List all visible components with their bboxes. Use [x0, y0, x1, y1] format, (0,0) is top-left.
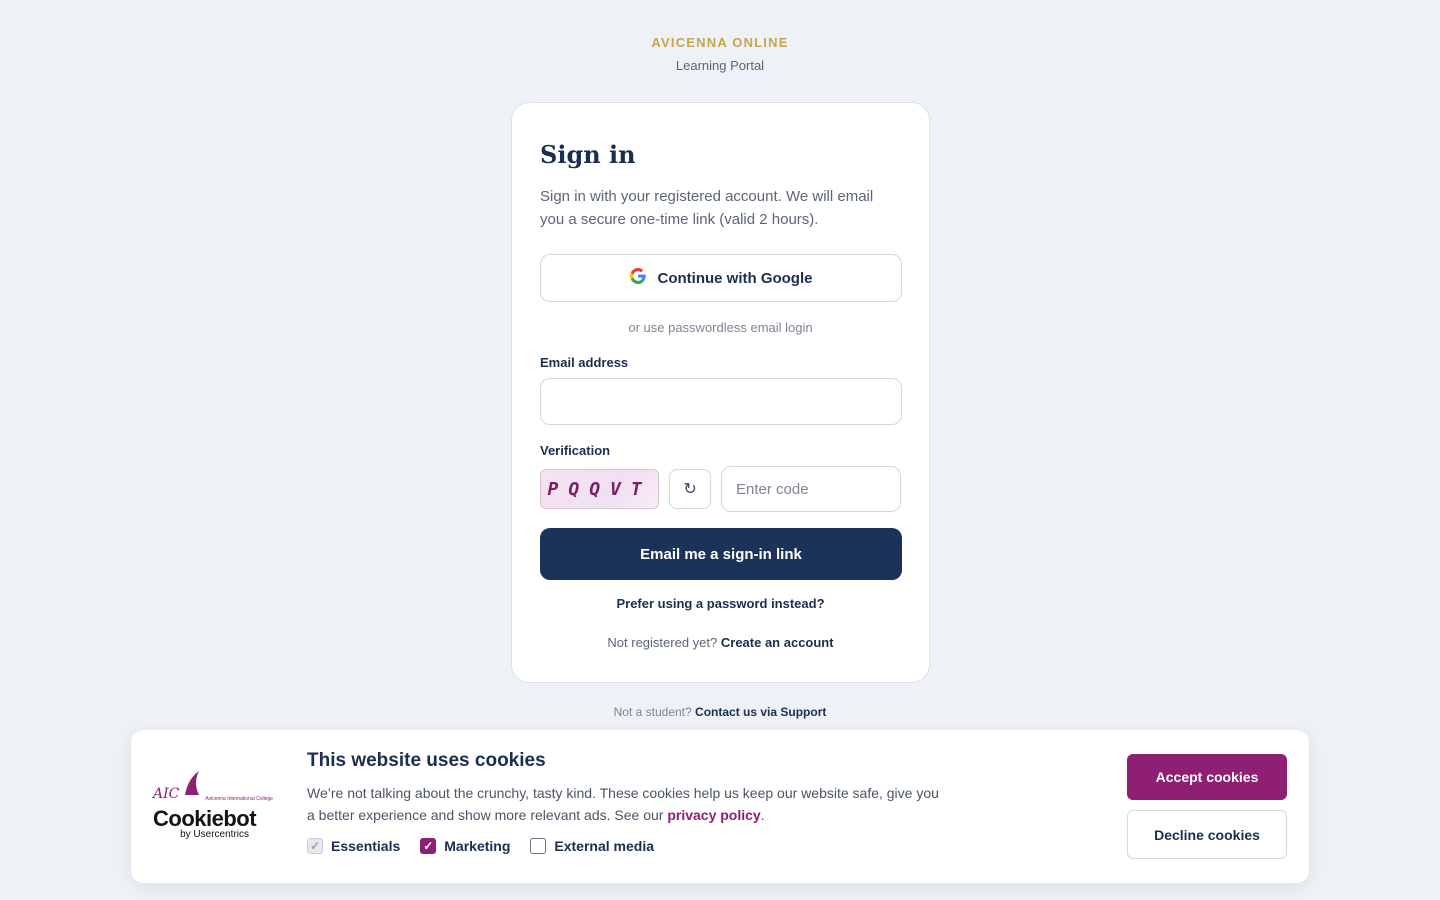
verification-code-input[interactable]: [721, 466, 901, 512]
captcha-image: PQQVT: [540, 469, 660, 509]
verification-row: PQQVT ↻: [540, 466, 901, 512]
cookie-banner-logo: AIC Avicenna International College Cooki…: [153, 769, 275, 840]
cookiebot-logo: Cookiebot: [153, 806, 257, 831]
cookie-text: We’re not talking about the crunchy, tas…: [307, 782, 947, 826]
cookie-description: We’re not talking about the crunchy, tas…: [307, 785, 939, 823]
email-field[interactable]: [540, 378, 902, 425]
essentials-checkbox: ✓: [307, 838, 323, 854]
refresh-icon: ↻: [683, 481, 697, 498]
email-label: Email address: [540, 355, 629, 370]
divider-text: or use passwordless email login: [628, 320, 813, 335]
decline-cookies-button[interactable]: Decline cookies: [1127, 810, 1287, 859]
cookie-options: ✓ Essentials ✓ Marketing External media: [307, 838, 947, 854]
support-link[interactable]: Contact us via Support: [695, 705, 826, 719]
register-row: Not registered yet? Create an account: [540, 635, 901, 650]
signin-description: Sign in with your registered account. We…: [540, 188, 874, 228]
external-media-option[interactable]: External media: [530, 838, 654, 854]
create-account-link[interactable]: Create an account: [721, 635, 834, 650]
aic-swoosh-icon: [183, 769, 201, 802]
privacy-policy-link[interactable]: privacy policy: [667, 807, 760, 823]
google-button-label: Continue with Google: [657, 269, 813, 287]
page-title: Sign in: [540, 140, 636, 169]
marketing-option[interactable]: ✓ Marketing: [420, 838, 510, 854]
google-icon: [629, 268, 646, 288]
support-prompt: Not a student?: [613, 705, 692, 719]
external-media-label: External media: [554, 838, 654, 854]
cookie-title: This website uses cookies: [307, 750, 546, 771]
password-signin-link[interactable]: Prefer using a password instead?: [540, 596, 901, 611]
support-row: Not a student? Contact us via Support: [0, 705, 1440, 719]
cookiebot-subtext: by Usercentrics: [180, 829, 249, 840]
brand-subtitle: Learning Portal: [675, 58, 765, 73]
brand-header: AVICENNA ONLINE Learning Portal: [0, 35, 1440, 73]
essentials-label: Essentials: [331, 838, 401, 854]
signin-card: Sign in Sign in with your registered acc…: [511, 102, 930, 683]
marketing-checkbox[interactable]: ✓: [420, 838, 437, 854]
essentials-option: ✓ Essentials: [307, 838, 400, 854]
cookie-banner: AIC Avicenna International College Cooki…: [131, 730, 1309, 883]
captcha-refresh-button[interactable]: ↻: [669, 469, 711, 509]
aic-logo-subtext: Avicenna International College: [205, 796, 274, 802]
marketing-label: Marketing: [444, 838, 511, 854]
register-prompt: Not registered yet?: [607, 635, 718, 650]
cookie-content: This website uses cookies We’re not talk…: [307, 750, 947, 854]
accept-cookies-button[interactable]: Accept cookies: [1127, 754, 1287, 800]
email-signin-link-button[interactable]: Email me a sign-in link: [540, 528, 902, 580]
external-media-checkbox[interactable]: [530, 838, 547, 854]
brand-name: AVICENNA ONLINE: [651, 35, 789, 50]
aic-logo: AIC Avicenna International College: [153, 769, 275, 802]
verification-label: Verification: [540, 443, 611, 458]
cookie-text-end: .: [760, 807, 765, 823]
aic-logo-text: AIC: [153, 786, 180, 802]
google-signin-button[interactable]: Continue with Google: [540, 254, 902, 302]
